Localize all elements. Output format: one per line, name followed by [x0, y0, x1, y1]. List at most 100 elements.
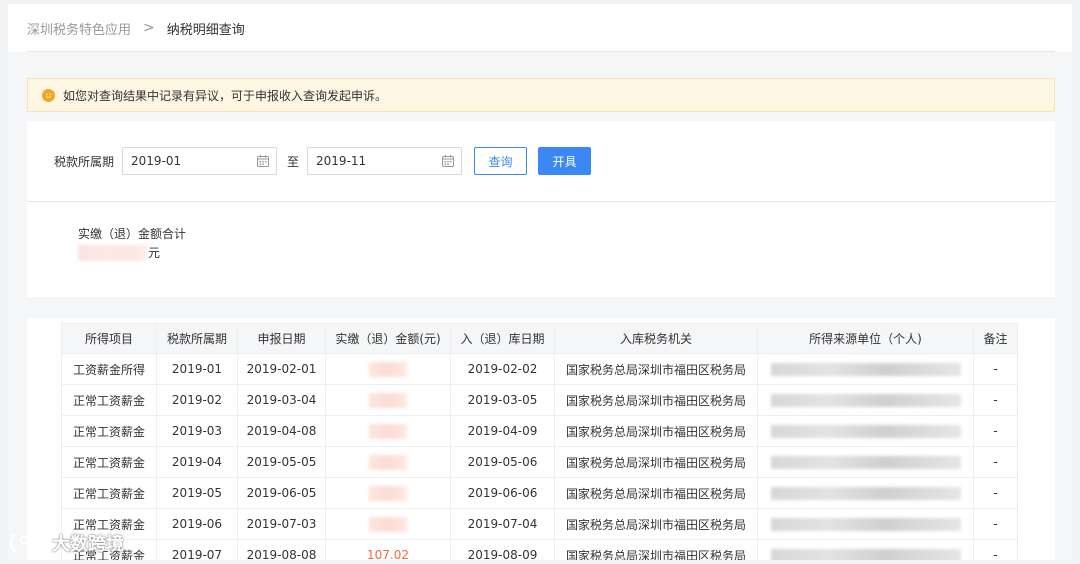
period-label: 税款所属期 [54, 154, 115, 169]
cell-period: 2019-03 [156, 415, 238, 447]
cell-remark: - [973, 508, 1018, 540]
watermark: 大数跨境 [8, 530, 124, 556]
watermark-text: 大数跨境 [52, 534, 124, 555]
cell-amount [325, 477, 451, 509]
cell-declare-date: 2019-02-01 [237, 353, 326, 385]
breadcrumb: 深圳税务特色应用 > 纳税明细查询 [8, 4, 1072, 52]
cell-remark: - [973, 353, 1018, 385]
cell-item: 正常工资薪金 [61, 477, 157, 509]
cell-storage-date: 2019-03-05 [450, 384, 555, 416]
cell-declare-date: 2019-03-04 [237, 384, 326, 416]
redacted-amount [369, 454, 407, 470]
notice-text: 如您对查询结果中记录有异议，可于申报收入查询发起申诉。 [63, 88, 388, 103]
cell-item: 正常工资薪金 [61, 384, 157, 416]
breadcrumb-root[interactable]: 深圳税务特色应用 [27, 19, 131, 38]
calendar-icon[interactable] [441, 154, 455, 168]
cell-source-unit [757, 353, 974, 385]
table-header-row: 所得项目 税款所属期 申报日期 实缴（退）金额(元) 入（退）库日期 入库税务机… [61, 323, 1018, 354]
breadcrumb-divider [27, 51, 1055, 52]
cell-period: 2019-04 [156, 446, 238, 478]
summary-value: 元 [78, 244, 160, 261]
table-row: 正常工资薪金 2019-03 2019-04-08 2019-04-09 国家税… [61, 415, 1018, 447]
cell-authority: 国家税务总局深圳市福田区税务局 [554, 539, 758, 560]
cell-source-unit [757, 477, 974, 509]
end-period-value: 2019-11 [316, 154, 367, 168]
summary-unit: 元 [148, 246, 161, 260]
breadcrumb-current: 纳税明细查询 [166, 22, 245, 38]
cell-amount [325, 415, 451, 447]
cell-source-unit [757, 446, 974, 478]
start-period-input[interactable]: 2019-01 [122, 147, 278, 175]
calendar-icon[interactable] [256, 154, 270, 168]
start-period-value: 2019-01 [131, 154, 182, 168]
redacted-source-unit [770, 425, 961, 438]
cell-declare-date: 2019-07-03 [237, 508, 326, 540]
breadcrumb-separator-icon: > [143, 20, 155, 36]
page-container: 深圳税务特色应用 > 纳税明细查询 如您对查询结果中记录有异议，可于申报收入查询… [8, 4, 1072, 560]
cell-source-unit [757, 508, 974, 540]
cell-item: 正常工资薪金 [61, 415, 157, 447]
cell-source-unit [757, 384, 974, 416]
redacted-amount [369, 392, 407, 408]
cell-source-unit [757, 415, 974, 447]
summary-panel: 实缴（退）金额合计 元 [27, 201, 1055, 297]
cell-storage-date: 2019-08-09 [450, 539, 555, 560]
cell-remark: - [973, 384, 1018, 416]
col-header-authority: 入库税务机关 [554, 323, 758, 354]
redacted-amount [369, 423, 407, 439]
watermark-logo-icon [8, 530, 52, 556]
redacted-source-unit [770, 456, 961, 469]
cell-item: 正常工资薪金 [61, 446, 157, 478]
smile-warning-icon [42, 88, 55, 102]
cell-amount [325, 353, 451, 385]
end-period-input[interactable]: 2019-11 [307, 147, 463, 175]
redacted-amount [369, 361, 407, 377]
table-row: 正常工资薪金 2019-06 2019-07-03 2019-07-04 国家税… [61, 508, 1018, 540]
cell-remark: - [973, 415, 1018, 447]
redacted-amount [369, 516, 407, 532]
cell-period: 2019-05 [156, 477, 238, 509]
cell-remark: - [973, 446, 1018, 478]
cell-declare-date: 2019-04-08 [237, 415, 326, 447]
redacted-amount [369, 485, 407, 501]
cell-authority: 国家税务总局深圳市福田区税务局 [554, 415, 758, 447]
table-row: 正常工资薪金 2019-05 2019-06-05 2019-06-06 国家税… [61, 477, 1018, 509]
cell-amount [325, 508, 451, 540]
redacted-source-unit [770, 363, 961, 376]
col-header-item: 所得项目 [61, 323, 157, 354]
redacted-source-unit [770, 487, 961, 500]
cell-period: 2019-07 [156, 539, 238, 560]
redacted-source-unit [770, 394, 961, 407]
table-row: 正常工资薪金 2019-04 2019-05-05 2019-05-06 国家税… [61, 446, 1018, 478]
cell-declare-date: 2019-08-08 [237, 539, 326, 560]
col-header-remark: 备注 [973, 323, 1018, 354]
cell-item: 工资薪金所得 [61, 353, 157, 385]
col-header-declare-date: 申报日期 [237, 323, 326, 354]
cell-source-unit [757, 539, 974, 560]
col-header-source-unit: 所得来源单位（个人) [757, 323, 974, 354]
cell-authority: 国家税务总局深圳市福田区税务局 [554, 446, 758, 478]
cell-storage-date: 2019-07-04 [450, 508, 555, 540]
cell-authority: 国家税务总局深圳市福田区税务局 [554, 353, 758, 385]
tax-detail-table-panel: 所得项目 税款所属期 申报日期 实缴（退）金额(元) 入（退）库日期 入库税务机… [27, 318, 1055, 560]
cell-period: 2019-01 [156, 353, 238, 385]
redacted-total-amount [78, 244, 148, 261]
cell-authority: 国家税务总局深圳市福田区税务局 [554, 477, 758, 509]
cell-declare-date: 2019-06-05 [237, 477, 326, 509]
cell-storage-date: 2019-02-02 [450, 353, 555, 385]
col-header-period: 税款所属期 [156, 323, 238, 354]
col-header-storage-date: 入（退）库日期 [450, 323, 555, 354]
cell-period: 2019-02 [156, 384, 238, 416]
redacted-source-unit [770, 518, 961, 531]
cell-amount [325, 446, 451, 478]
table-row: 工资薪金所得 2019-01 2019-02-01 2019-02-02 国家税… [61, 353, 1018, 385]
col-header-amount: 实缴（退）金额(元) [325, 323, 451, 354]
cell-storage-date: 2019-06-06 [450, 477, 555, 509]
cell-storage-date: 2019-05-06 [450, 446, 555, 478]
cell-authority: 国家税务总局深圳市福田区税务局 [554, 384, 758, 416]
redacted-source-unit [770, 549, 961, 560]
to-label: 至 [287, 154, 300, 169]
table-row: 正常工资薪金 2019-07 2019-08-08 107.02 2019-08… [61, 539, 1018, 560]
query-button[interactable]: 查询 [474, 147, 528, 175]
issue-button[interactable]: 开具 [538, 147, 592, 175]
